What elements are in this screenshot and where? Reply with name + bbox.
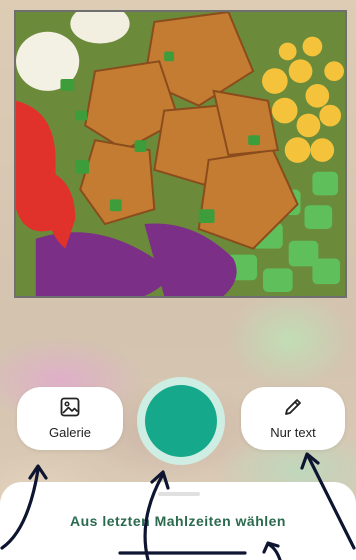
pencil-icon [283,397,303,417]
image-icon [60,397,80,417]
text-only-button[interactable]: Nur text [241,387,345,450]
gallery-button[interactable]: Galerie [17,387,123,450]
sheet-grabber[interactable] [158,492,200,496]
captured-photo-preview [14,10,347,298]
text-only-label: Nur text [270,425,316,440]
shutter-ring[interactable] [137,377,225,465]
recent-meals-title[interactable]: Aus letzten Mahlzeiten wählen [0,513,356,529]
shutter-button[interactable] [145,385,217,457]
gallery-label: Galerie [49,425,91,440]
recent-meals-sheet[interactable]: Aus letzten Mahlzeiten wählen [0,482,356,560]
